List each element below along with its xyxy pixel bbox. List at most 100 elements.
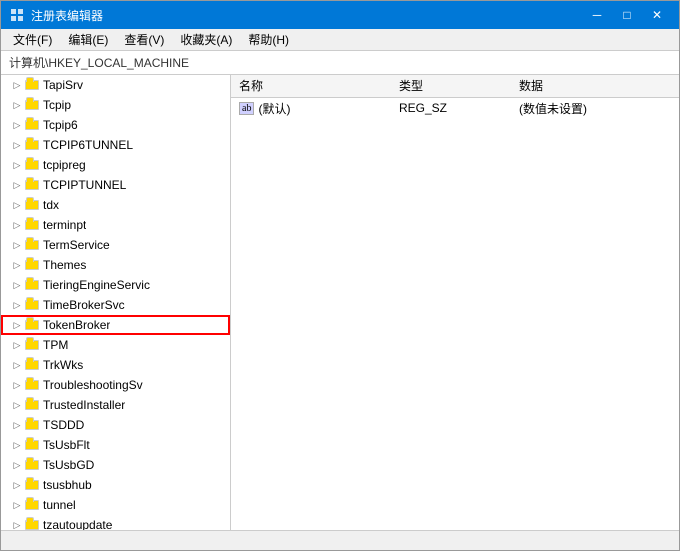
tree-label: tunnel — [43, 498, 76, 512]
tree-label: TimeBrokerSvc — [43, 298, 125, 312]
expand-icon: ▷ — [9, 197, 25, 213]
tree-item-tieringengineservice[interactable]: ▷ TieringEngineServic — [1, 275, 230, 295]
tree-label: TPM — [43, 338, 68, 352]
column-header-name: 名称 — [231, 75, 391, 97]
tree-label: TCPIPTUNNEL — [43, 178, 126, 192]
tree-label: TsUsbGD — [43, 458, 94, 472]
tree-label: TrustedInstaller — [43, 398, 125, 412]
tree-label: TrkWks — [43, 358, 83, 372]
registry-values-table: 名称 类型 数据 ab (默认) REG_SZ — [231, 75, 679, 119]
folder-icon — [25, 140, 39, 150]
folder-icon — [25, 200, 39, 210]
folder-icon — [25, 340, 39, 350]
address-path: 计算机\HKEY_LOCAL_MACHINE — [9, 54, 189, 71]
app-icon — [9, 7, 25, 23]
folder-icon — [25, 420, 39, 430]
menu-view[interactable]: 查看(V) — [116, 29, 172, 50]
menu-edit[interactable]: 编辑(E) — [60, 29, 116, 50]
folder-icon — [25, 160, 39, 170]
folder-icon — [25, 120, 39, 130]
expand-icon: ▷ — [9, 357, 25, 373]
tree-item-tcpip[interactable]: ▷ Tcpip — [1, 95, 230, 115]
tree-item-trkwks[interactable]: ▷ TrkWks — [1, 355, 230, 375]
folder-icon — [25, 260, 39, 270]
tree-label: TroubleshootingSv — [43, 378, 143, 392]
tree-label: tdx — [43, 198, 59, 212]
tree-label: TermService — [43, 238, 110, 252]
window-controls: ─ □ ✕ — [583, 3, 671, 27]
tree-item-timebrokersvc[interactable]: ▷ TimeBrokerSvc — [1, 295, 230, 315]
tree-item-tcpip6tunnel[interactable]: ▷ TCPIP6TUNNEL — [1, 135, 230, 155]
menu-bar: 文件(F) 编辑(E) 查看(V) 收藏夹(A) 帮助(H) — [1, 29, 679, 51]
expand-icon: ▷ — [9, 277, 25, 293]
expand-icon: ▷ — [9, 397, 25, 413]
expand-icon: ▷ — [9, 177, 25, 193]
menu-favorites[interactable]: 收藏夹(A) — [172, 29, 240, 50]
tree-label: TSDDD — [43, 418, 84, 432]
tree-label: Tcpip — [43, 98, 71, 112]
expand-icon: ▷ — [9, 257, 25, 273]
close-button[interactable]: ✕ — [643, 3, 671, 27]
folder-icon — [25, 360, 39, 370]
tree-item-tdx[interactable]: ▷ tdx — [1, 195, 230, 215]
expand-icon: ▷ — [9, 317, 25, 333]
table-row[interactable]: ab (默认) REG_SZ (数值未设置) — [231, 97, 679, 119]
column-header-type: 类型 — [391, 75, 511, 97]
expand-icon: ▷ — [9, 417, 25, 433]
expand-icon: ▷ — [9, 517, 25, 530]
expand-icon: ▷ — [9, 97, 25, 113]
minimize-button[interactable]: ─ — [583, 3, 611, 27]
tree-item-troubleshootingsv[interactable]: ▷ TroubleshootingSv — [1, 375, 230, 395]
expand-icon: ▷ — [9, 377, 25, 393]
tree-item-terminpt[interactable]: ▷ terminpt — [1, 215, 230, 235]
expand-icon: ▷ — [9, 157, 25, 173]
tree-item-tsddd[interactable]: ▷ TSDDD — [1, 415, 230, 435]
maximize-button[interactable]: □ — [613, 3, 641, 27]
expand-icon: ▷ — [9, 337, 25, 353]
folder-icon — [25, 320, 39, 330]
tree-item-tcpip6[interactable]: ▷ Tcpip6 — [1, 115, 230, 135]
tree-label: Tcpip6 — [43, 118, 78, 132]
tree-label: TapiSrv — [43, 78, 83, 92]
folder-icon — [25, 400, 39, 410]
tree-label: TCPIP6TUNNEL — [43, 138, 133, 152]
folder-icon — [25, 500, 39, 510]
tree-item-tsusbgd[interactable]: ▷ TsUsbGD — [1, 455, 230, 475]
folder-icon — [25, 480, 39, 490]
tree-label: TokenBroker — [43, 318, 110, 332]
value-name: (默认) — [258, 100, 290, 117]
expand-icon: ▷ — [9, 77, 25, 93]
tree-item-themes[interactable]: ▷ Themes — [1, 255, 230, 275]
expand-icon: ▷ — [9, 297, 25, 313]
tree-item-trustedinstaller[interactable]: ▷ TrustedInstaller — [1, 395, 230, 415]
expand-icon: ▷ — [9, 497, 25, 513]
tree-label: tcpipreg — [43, 158, 86, 172]
tree-item-tzautoupdate[interactable]: ▷ tzautoupdate — [1, 515, 230, 530]
tree-label: terminpt — [43, 218, 86, 232]
expand-icon: ▷ — [9, 457, 25, 473]
tree-item-tunnel[interactable]: ▷ tunnel — [1, 495, 230, 515]
tree-item-termservice[interactable]: ▷ TermService — [1, 235, 230, 255]
folder-icon — [25, 240, 39, 250]
expand-icon: ▷ — [9, 437, 25, 453]
tree-item-tsusbhub[interactable]: ▷ tsusbhub — [1, 475, 230, 495]
window-title: 注册表编辑器 — [31, 7, 583, 24]
tree-item-tokenbroker[interactable]: ▷ TokenBroker — [1, 315, 230, 335]
tree-item-tcpiptunnel[interactable]: ▷ TCPIPTUNNEL — [1, 175, 230, 195]
tree-item-tsusbflt[interactable]: ▷ TsUsbFlt — [1, 435, 230, 455]
folder-icon — [25, 100, 39, 110]
registry-tree: ▷ TapiSrv ▷ Tcpip ▷ Tcpip6 ▷ TCPIP6TUNNE… — [1, 75, 231, 530]
expand-icon: ▷ — [9, 237, 25, 253]
tree-item-tapisrv[interactable]: ▷ TapiSrv — [1, 75, 230, 95]
tree-item-tcpipreg[interactable]: ▷ tcpipreg — [1, 155, 230, 175]
folder-icon — [25, 220, 39, 230]
tree-label: Themes — [43, 258, 86, 272]
menu-file[interactable]: 文件(F) — [5, 29, 60, 50]
folder-icon — [25, 380, 39, 390]
expand-icon: ▷ — [9, 117, 25, 133]
value-type-icon: ab — [239, 102, 254, 115]
registry-values-pane: 名称 类型 数据 ab (默认) REG_SZ — [231, 75, 679, 530]
registry-editor-window: 注册表编辑器 ─ □ ✕ 文件(F) 编辑(E) 查看(V) 收藏夹(A) 帮助… — [0, 0, 680, 551]
tree-item-tpm[interactable]: ▷ TPM — [1, 335, 230, 355]
menu-help[interactable]: 帮助(H) — [240, 29, 297, 50]
